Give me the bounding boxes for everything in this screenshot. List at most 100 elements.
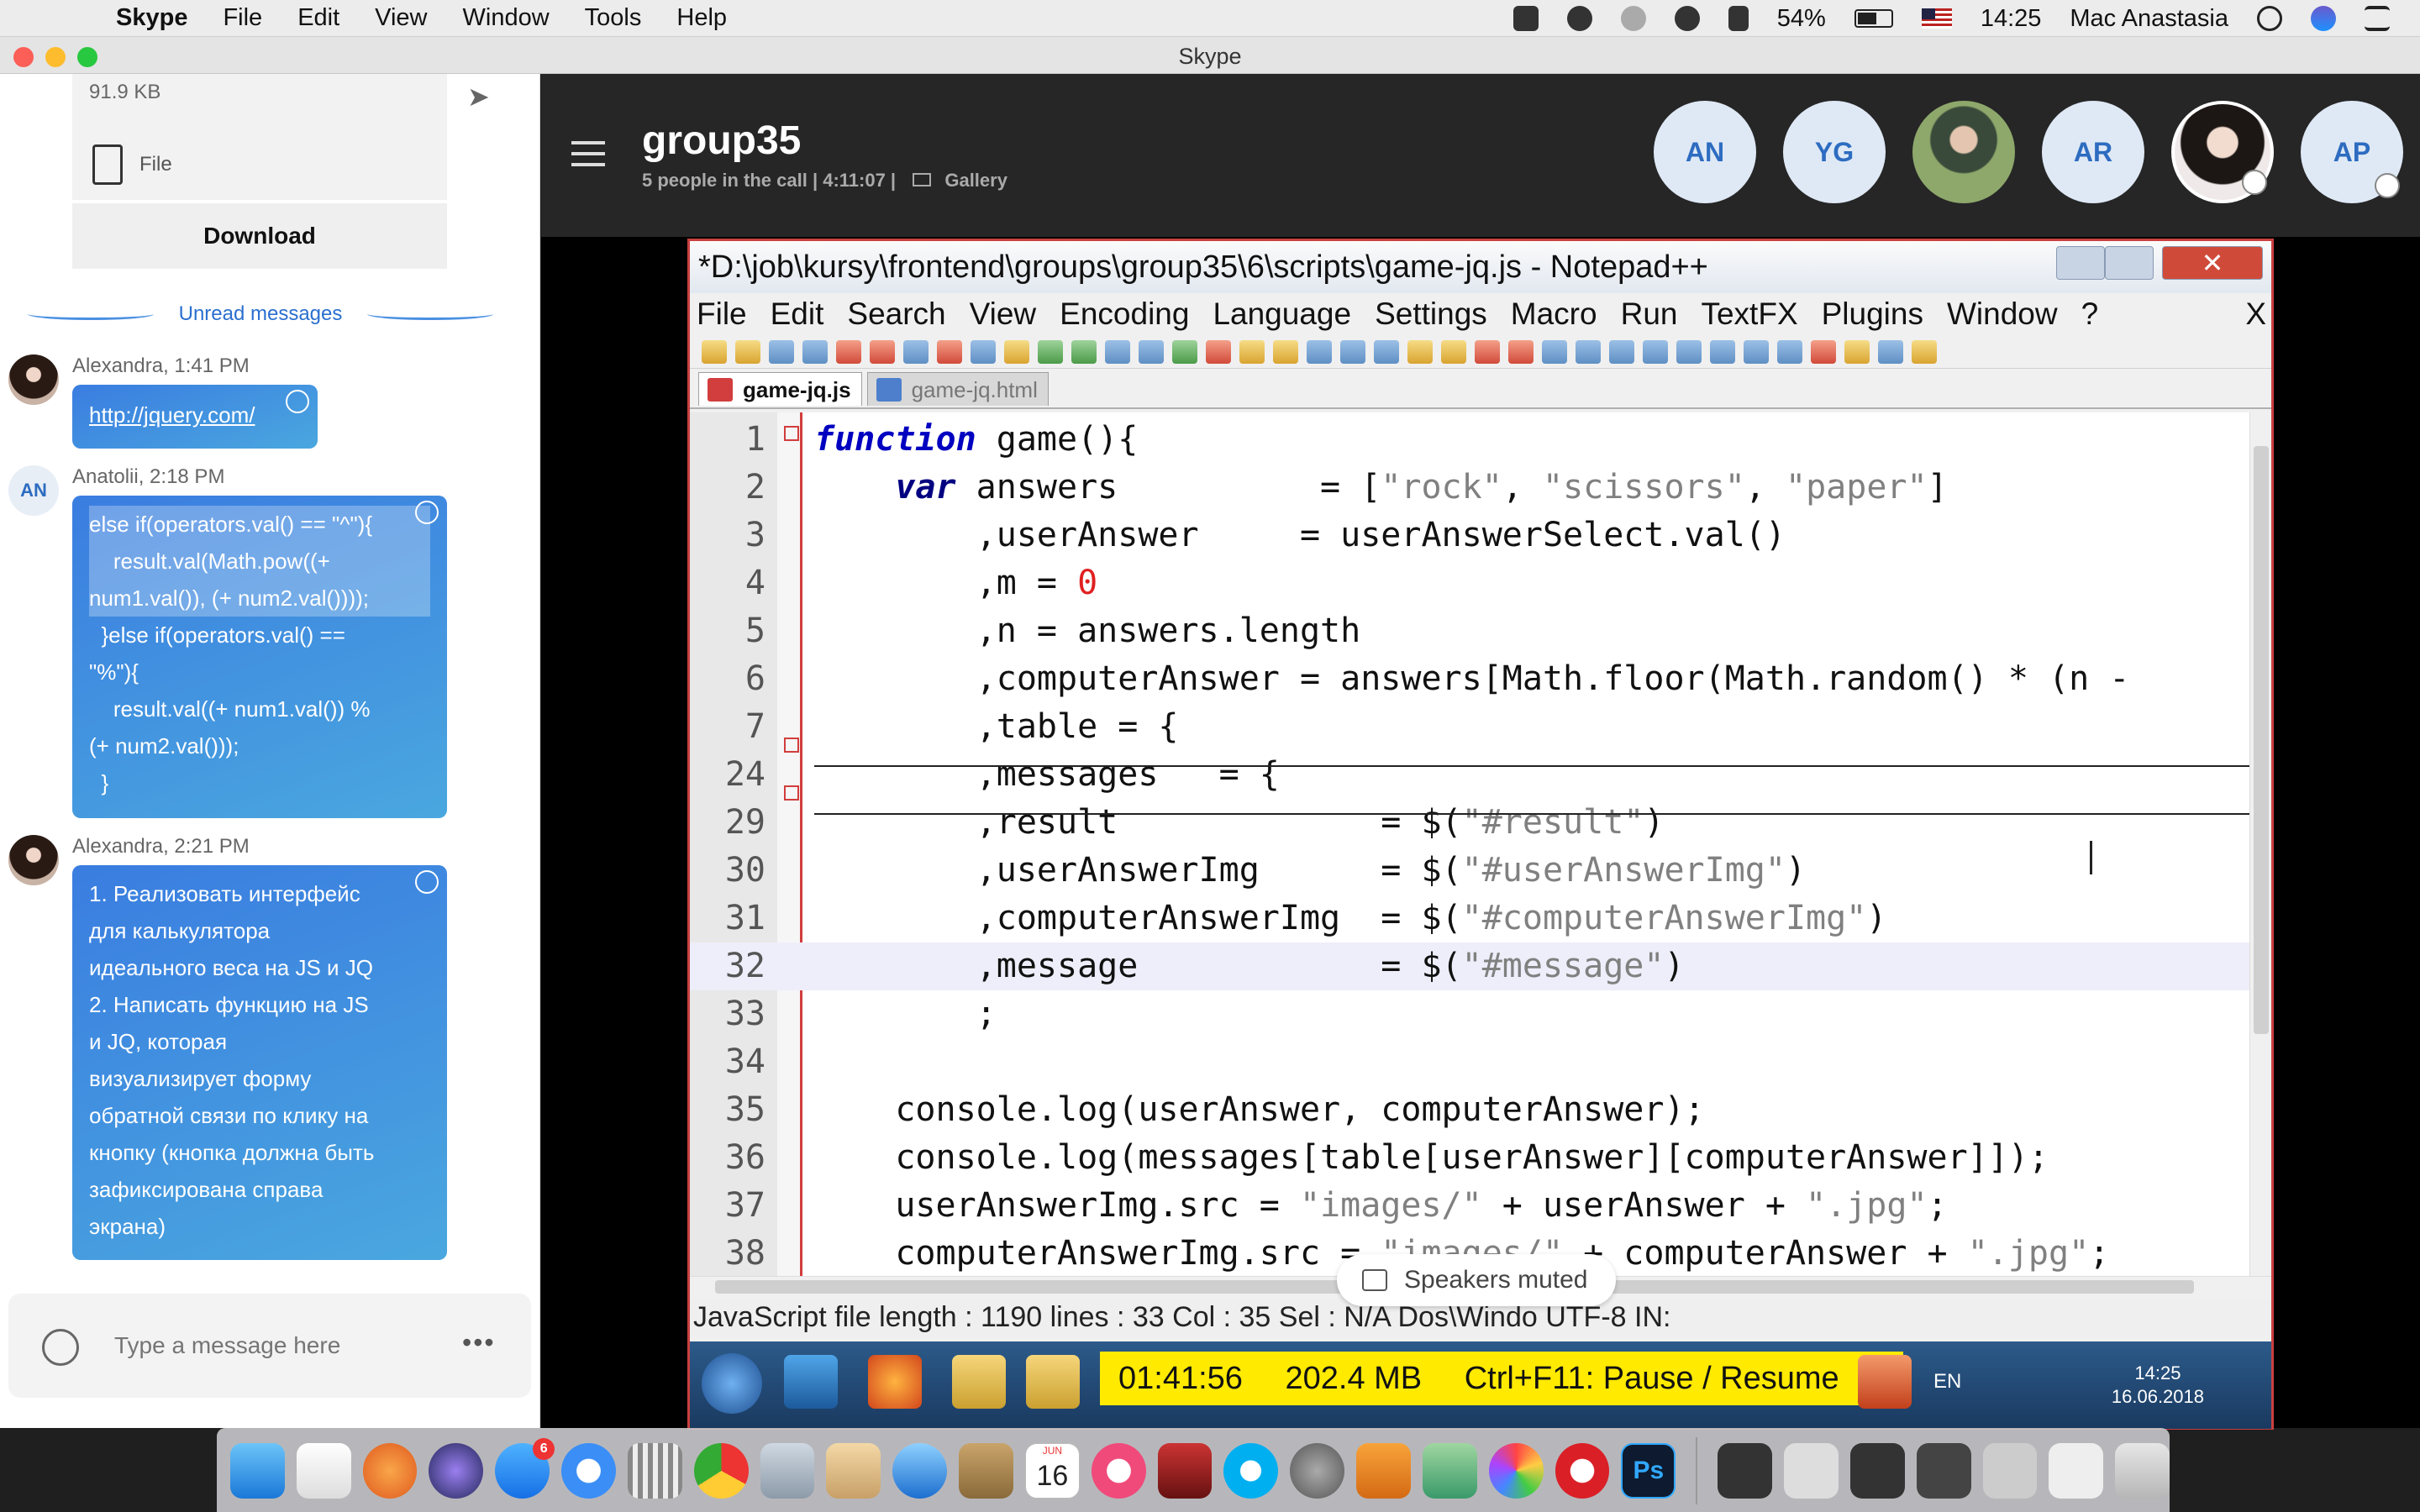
cut-icon[interactable]: [937, 339, 962, 364]
contacts-icon[interactable]: [959, 1442, 1013, 1499]
code-line[interactable]: 1 function game(){: [690, 416, 2271, 464]
system-preferences-icon[interactable]: [1290, 1442, 1345, 1499]
indent-guide-icon[interactable]: [1374, 339, 1399, 364]
siri-icon[interactable]: [429, 1442, 484, 1499]
creative-cloud-icon[interactable]: [1555, 1442, 1610, 1499]
menubar-user[interactable]: Mac Anastasia: [2070, 5, 2228, 33]
npp-menu-item[interactable]: View: [970, 297, 1037, 332]
participant-avatar[interactable]: [1912, 101, 2015, 203]
move-up-icon[interactable]: [1710, 339, 1735, 364]
minimized-window-icon[interactable]: [1784, 1442, 1839, 1499]
save-macro-icon[interactable]: [1643, 339, 1668, 364]
photoshop-icon[interactable]: Ps: [1621, 1442, 1676, 1499]
npp-close-button[interactable]: ✕: [2162, 246, 2263, 280]
new-file-icon[interactable]: [702, 339, 727, 364]
play-macro-icon[interactable]: [1576, 339, 1601, 364]
code-line[interactable]: 36 console.log(messages[table[userAnswer…: [690, 1134, 2271, 1182]
word-wrap-icon[interactable]: [1307, 339, 1332, 364]
maps-icon[interactable]: [1422, 1442, 1477, 1499]
code-line[interactable]: 2 var answers = ["rock", "scissors", "pa…: [690, 464, 2271, 512]
npp-menu-item[interactable]: Search: [847, 297, 945, 332]
skype-status-icon[interactable]: [1512, 6, 1539, 31]
avatar[interactable]: [8, 354, 59, 405]
menu-tools[interactable]: Tools: [585, 4, 642, 32]
chrome-icon[interactable]: [693, 1442, 749, 1499]
message-link[interactable]: http://jquery.com/: [89, 402, 255, 428]
textedit-icon[interactable]: [296, 1442, 351, 1499]
speakers-muted-toast[interactable]: Speakers muted: [1337, 1254, 1617, 1306]
copy-icon[interactable]: [971, 339, 996, 364]
code-line[interactable]: 3 ,userAnswer = userAnswerSelect.val(): [690, 512, 2271, 559]
menu-help[interactable]: Help: [676, 4, 727, 32]
input-source-flag-icon[interactable]: [1921, 8, 1952, 29]
menu-view[interactable]: View: [375, 4, 427, 32]
close-all-icon[interactable]: [870, 339, 895, 364]
participant-avatar[interactable]: AP: [2301, 101, 2403, 203]
stop-macro-icon[interactable]: [1542, 339, 1567, 364]
bluetooth-icon[interactable]: [1620, 6, 1646, 31]
battery-icon[interactable]: [1854, 9, 1893, 28]
message-bubble[interactable]: http://jquery.com/: [72, 385, 318, 449]
tab-game-jq-html[interactable]: game-jq.html: [866, 372, 1049, 406]
menu-file[interactable]: File: [223, 4, 262, 32]
more-options-icon[interactable]: •••: [462, 1327, 496, 1358]
mail-icon[interactable]: [892, 1442, 948, 1499]
launchpad-icon[interactable]: [627, 1442, 682, 1499]
npp-menu-item[interactable]: Plugins: [1822, 297, 1923, 332]
code-line[interactable]: 35 console.log(userAnswer, computerAnswe…: [690, 1086, 2271, 1134]
code-line[interactable]: 34: [690, 1038, 2271, 1086]
npp-menu-item[interactable]: Language: [1213, 297, 1351, 332]
minimized-window-icon[interactable]: [1718, 1442, 1773, 1499]
siri-icon[interactable]: [2311, 6, 2336, 31]
npp-menu-item[interactable]: Macro: [1511, 297, 1597, 332]
zoom-in-icon[interactable]: [1172, 339, 1197, 364]
firefox-icon[interactable]: [868, 1355, 922, 1409]
minimized-window-icon[interactable]: [1849, 1442, 1905, 1499]
itunes-icon[interactable]: [1091, 1442, 1146, 1499]
code-line[interactable]: 7 ,table = {: [690, 703, 2271, 751]
code-editor[interactable]: 1 function game(){2 var answers = ["rock"…: [690, 412, 2271, 1276]
redo-icon[interactable]: [1071, 339, 1097, 364]
download-button[interactable]: Download: [72, 203, 447, 269]
npp-menu-item[interactable]: File: [697, 297, 747, 332]
safari-icon[interactable]: [561, 1442, 616, 1499]
minimized-window-icon[interactable]: [2049, 1442, 2104, 1499]
notification-center-icon[interactable]: [2365, 6, 2390, 31]
app-store-icon[interactable]: 6: [495, 1437, 555, 1499]
run-macro-multiple-icon[interactable]: [1609, 339, 1634, 364]
code-line[interactable]: 37 userAnswerImg.src = "images/" + userA…: [690, 1182, 2271, 1230]
close-file-icon[interactable]: [836, 339, 861, 364]
spellcheck-icon[interactable]: [1811, 339, 1836, 364]
minimized-window-icon[interactable]: [1916, 1442, 1971, 1499]
npp-close-document-button[interactable]: X: [2245, 297, 2266, 332]
message-input[interactable]: [114, 1327, 434, 1364]
avatar[interactable]: [8, 835, 59, 885]
code-line[interactable]: 6 ,computerAnswer = answers[Math.floor(M…: [690, 655, 2271, 703]
calendar-icon[interactable]: JUN 16: [1024, 1442, 1080, 1499]
powerpoint-icon[interactable]: [1858, 1355, 1912, 1409]
react-emoji-icon[interactable]: [286, 390, 309, 413]
menubar-clock[interactable]: 14:25: [1981, 5, 2042, 33]
windows-start-button[interactable]: [702, 1353, 762, 1414]
photo-booth-icon[interactable]: [1157, 1442, 1213, 1499]
participant-avatar[interactable]: AR: [2042, 101, 2144, 203]
photos-icon[interactable]: [1488, 1442, 1544, 1499]
udl-icon[interactable]: [1407, 339, 1433, 364]
code-line[interactable]: 5 ,n = answers.length: [690, 607, 2271, 655]
folder-icon[interactable]: [1026, 1355, 1080, 1409]
time-machine-icon[interactable]: [1566, 6, 1592, 31]
find-icon[interactable]: [1105, 339, 1130, 364]
npp-menu-item[interactable]: Run: [1621, 297, 1678, 332]
volume-icon[interactable]: [1728, 6, 1749, 31]
record-macro-icon[interactable]: [1508, 339, 1534, 364]
ie-icon[interactable]: [784, 1355, 838, 1409]
hamburger-menu-icon[interactable]: [571, 141, 605, 166]
collapse-icon[interactable]: [1676, 339, 1702, 364]
preview-icon[interactable]: [760, 1442, 815, 1499]
archive-icon[interactable]: [826, 1442, 881, 1499]
open-file-icon[interactable]: [735, 339, 760, 364]
message-bubble[interactable]: else if(operators.val() == "^"){ result.…: [72, 496, 447, 818]
function-list-icon[interactable]: [1475, 339, 1500, 364]
replace-icon[interactable]: [1139, 339, 1164, 364]
code-line[interactable]: 33 ;: [690, 990, 2271, 1038]
